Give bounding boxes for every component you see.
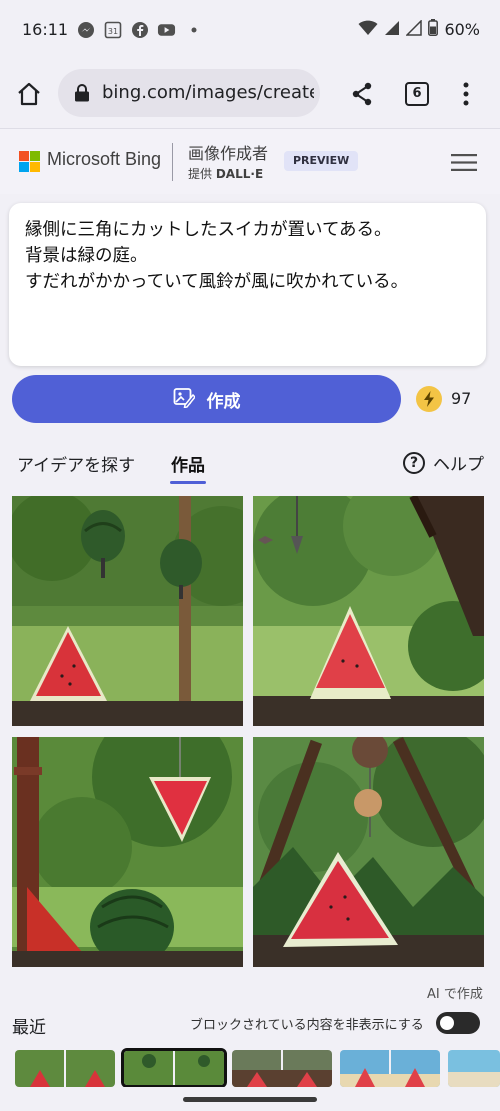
watermelon-image-1[interactable] <box>12 496 243 726</box>
watermelon-image-3[interactable] <box>12 737 243 967</box>
gesture-nav-handle[interactable] <box>183 1097 317 1102</box>
header-divider <box>172 143 173 181</box>
recent-thumbnail-1[interactable] <box>15 1050 115 1087</box>
url-text: bing.com/images/create <box>102 82 314 103</box>
bing-header: Microsoft Bing 画像作成者 提供 DALL·E PREVIEW <box>0 128 500 194</box>
help-icon: ? <box>403 451 425 474</box>
tab-explore-ideas[interactable]: アイデアを探す <box>17 451 135 476</box>
create-button-label: 作成 <box>206 391 241 412</box>
wifi-icon <box>358 20 378 40</box>
prompt-input[interactable]: 縁側に三角にカットしたスイカが置いてある。 背景は緑の庭。 すだれがかかっていて… <box>9 203 486 366</box>
watermelon-image-4[interactable] <box>253 737 484 967</box>
recent-title: 最近 <box>12 1018 46 1038</box>
youtube-icon <box>157 20 176 39</box>
status-bar: 16:11 31 60% <box>0 0 500 60</box>
microsoft-logo-icon[interactable] <box>19 151 40 172</box>
image-create-icon <box>173 386 196 413</box>
create-button[interactable]: 作成 <box>12 375 401 423</box>
share-icon[interactable] <box>350 81 374 107</box>
help-label: ヘルプ <box>433 455 484 475</box>
signal-icon-2 <box>405 18 423 40</box>
hide-blocked-label: ブロックされている内容を非表示にする <box>190 1018 424 1033</box>
ai-generated-label: AI で作成 <box>427 987 483 1002</box>
brand-name[interactable]: Microsoft Bing <box>47 149 161 170</box>
creator-title: 画像作成者 <box>188 144 269 163</box>
tab-switcher-button[interactable]: 6 <box>405 82 429 106</box>
preview-badge: PREVIEW <box>284 151 359 171</box>
browser-toolbar: bing.com/images/create 6 <box>0 60 500 128</box>
url-bar[interactable]: bing.com/images/create <box>58 69 320 117</box>
recent-thumbnail-5[interactable] <box>448 1050 500 1087</box>
help-button[interactable]: ? ヘルプ <box>403 450 484 475</box>
active-tab-indicator <box>170 481 206 484</box>
more-dot-icon <box>184 20 203 39</box>
more-vert-icon[interactable] <box>456 81 476 107</box>
signal-icon <box>384 20 400 40</box>
battery-level: 60% <box>444 20 480 39</box>
recent-strip <box>0 1047 500 1087</box>
messenger-icon <box>76 20 95 39</box>
facebook-icon <box>130 20 149 39</box>
system-status: 60% <box>358 18 480 40</box>
prompt-line-3: すだれがかかっていて風鈴が風に吹かれている。 <box>25 272 409 292</box>
hide-blocked-toggle[interactable] <box>436 1012 480 1034</box>
recent-thumbnail-3[interactable] <box>232 1050 332 1087</box>
battery-icon <box>428 19 439 40</box>
home-icon[interactable] <box>16 81 42 107</box>
boost-count: 97 <box>451 389 472 408</box>
tab-creations[interactable]: 作品 <box>171 451 205 476</box>
status-time: 16:11 <box>22 20 69 39</box>
toggle-knob <box>440 1016 454 1030</box>
calendar-icon: 31 <box>103 20 122 39</box>
watermelon-image-2[interactable] <box>253 496 484 726</box>
recent-thumbnail-2[interactable] <box>121 1048 227 1087</box>
provider-prefix: 提供 <box>188 167 213 181</box>
calendar-day: 31 <box>107 27 117 36</box>
provider-line: 提供 DALL·E <box>188 165 263 182</box>
provider-name: DALL·E <box>215 167 264 181</box>
prompt-line-2: 背景は緑の庭。 <box>25 246 148 266</box>
lock-icon <box>74 84 90 102</box>
prompt-line-1: 縁側に三角にカットしたスイカが置いてある。 <box>25 220 392 240</box>
recent-thumbnail-4[interactable] <box>340 1050 440 1087</box>
notification-icons: 31 <box>76 20 203 39</box>
boost-icon[interactable] <box>416 386 442 412</box>
hamburger-menu-icon[interactable] <box>451 153 477 172</box>
